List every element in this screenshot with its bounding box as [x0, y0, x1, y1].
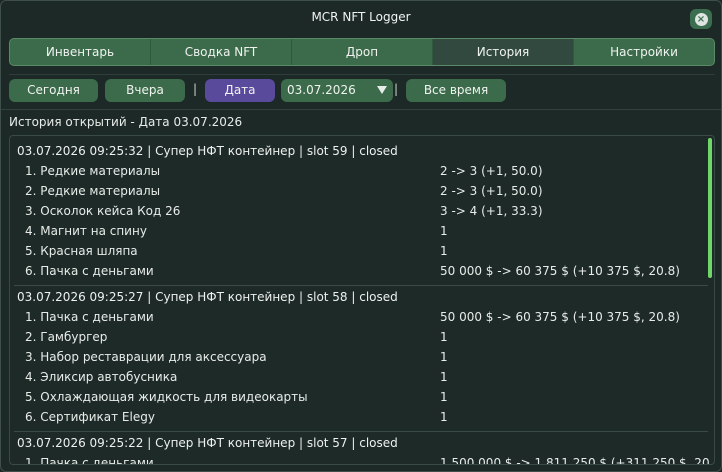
tab-drop[interactable]: Дроп	[292, 39, 433, 65]
item-name: 6. Сертификат Elegy	[25, 410, 155, 424]
item-name: 2. Гамбургер	[25, 330, 108, 344]
item-value: 1	[440, 370, 448, 384]
list-item: 6. Пачка с деньгами 50 000 $ -> 60 375 $…	[10, 264, 710, 284]
item-name: 5. Красная шляпа	[25, 244, 138, 258]
entry-header: 03.07.2026 09:25:22 | Супер НФТ контейне…	[17, 436, 398, 450]
date-button[interactable]: Дата	[205, 79, 275, 102]
today-button[interactable]: Сегодня	[9, 79, 98, 102]
item-value: 1	[440, 410, 448, 424]
entry-divider	[14, 431, 708, 432]
list-item: 5. Охлаждающая жидкость для видеокарты 1	[10, 390, 710, 410]
item-name: 2. Редкие материалы	[25, 184, 161, 198]
item-name: 1. Редкие материалы	[25, 164, 161, 178]
item-name: 5. Охлаждающая жидкость для видеокарты	[25, 390, 308, 404]
list-item: 1. Пачка с деньгами 50 000 $ -> 60 375 $…	[10, 310, 710, 330]
list-item: 4. Магнит на спину 1	[10, 224, 710, 244]
history-title: История открытий - Дата 03.07.2026	[9, 115, 243, 129]
selected-date: 03.07.2026	[287, 83, 356, 97]
list-item: 1. Редкие материалы 2 -> 3 (+1, 50.0)	[10, 164, 710, 184]
main-tabs: Инвентарь Сводка NFT Дроп История Настро…	[9, 38, 715, 66]
list-item: 2. Гамбургер 1	[10, 330, 710, 350]
tab-history[interactable]: История	[433, 39, 574, 65]
date-select[interactable]: 03.07.2026	[281, 79, 393, 102]
filter-separator: |	[394, 82, 399, 96]
item-value: 1	[440, 350, 448, 364]
item-value: 1	[440, 224, 448, 238]
list-item: 5. Красная шляпа 1	[10, 244, 710, 264]
filter-separator: |	[193, 82, 198, 96]
item-name: 3. Осколок кейса Код 26	[25, 204, 181, 218]
yesterday-button[interactable]: Вчера	[105, 79, 185, 102]
close-button[interactable]: ×	[690, 9, 712, 29]
close-icon: ×	[694, 12, 708, 26]
history-list[interactable]: 03.07.2026 09:25:32 | Супер НФТ контейне…	[9, 135, 715, 465]
item-name: 1. Пачка с деньгами	[25, 310, 154, 324]
item-value: 1	[440, 390, 448, 404]
item-value: 1	[440, 330, 448, 344]
divider	[1, 109, 721, 110]
item-value: 50 000 $ -> 60 375 $ (+10 375 $, 20.8)	[440, 264, 680, 278]
item-name: 1. Пачка с деньгами	[25, 456, 154, 465]
item-name: 3. Набор реставрации для аксессуара	[25, 350, 267, 364]
entry-divider	[14, 285, 708, 286]
list-item: 4. Эликсир автобусника 1	[10, 370, 710, 390]
tab-nft-summary[interactable]: Сводка NFT	[151, 39, 292, 65]
list-item: 2. Редкие материалы 2 -> 3 (+1, 50.0)	[10, 184, 710, 204]
item-name: 6. Пачка с деньгами	[25, 264, 154, 278]
app-window: MCR NFT Logger × Инвентарь Сводка NFT Др…	[0, 0, 722, 472]
divider	[9, 74, 715, 75]
list-item: 1. Пачка с деньгами 1 500 000 $ -> 1 811…	[10, 456, 714, 465]
tab-settings[interactable]: Настройки	[574, 39, 714, 65]
list-item: 3. Набор реставрации для аксессуара 1	[10, 350, 710, 370]
item-value: 1 500 000 $ -> 1 811 250 $ (+311 250 $, …	[440, 456, 715, 465]
list-item: 6. Сертификат Elegy 1	[10, 410, 710, 430]
list-item: 3. Осколок кейса Код 26 3 -> 4 (+1, 33.3…	[10, 204, 710, 224]
all-time-button[interactable]: Все время	[406, 79, 506, 102]
item-value: 2 -> 3 (+1, 50.0)	[440, 184, 543, 198]
item-value: 50 000 $ -> 60 375 $ (+10 375 $, 20.8)	[440, 310, 680, 324]
window-title: MCR NFT Logger	[311, 10, 411, 24]
item-value: 1	[440, 244, 448, 258]
entry-header: 03.07.2026 09:25:27 | Супер НФТ контейне…	[17, 290, 398, 304]
item-name: 4. Эликсир автобусника	[25, 370, 178, 384]
item-value: 2 -> 3 (+1, 50.0)	[440, 164, 543, 178]
tab-inventory[interactable]: Инвентарь	[10, 39, 151, 65]
item-name: 4. Магнит на спину	[25, 224, 147, 238]
entry-header: 03.07.2026 09:25:32 | Супер НФТ контейне…	[17, 144, 398, 158]
item-value: 3 -> 4 (+1, 33.3)	[440, 204, 543, 218]
date-filter-bar: Сегодня Вчера | Дата 03.07.2026 | Все вр…	[9, 79, 715, 103]
chevron-down-icon	[377, 86, 387, 94]
